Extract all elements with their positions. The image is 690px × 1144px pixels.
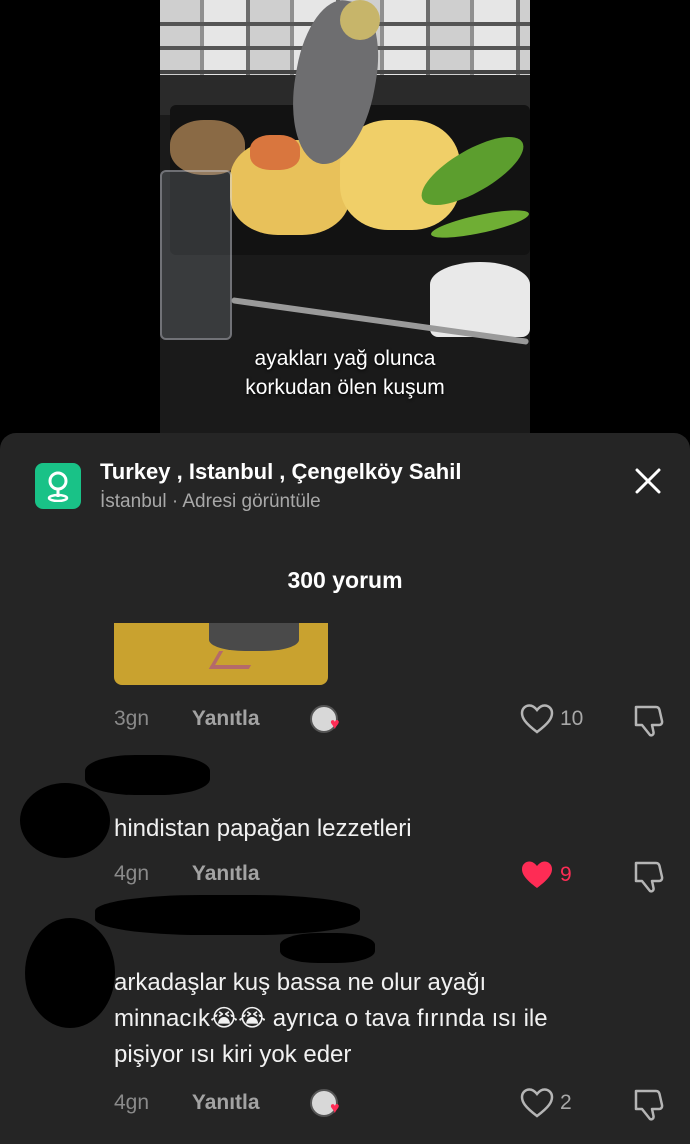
video-caption: ayakları yağ olunca korkudan ölen kuşum <box>160 344 530 402</box>
comment-time: 3gn <box>114 707 150 730</box>
like-count: 10 <box>560 707 584 730</box>
comment-text-line: arkadaşlar kuş bassa ne olur ayağı <box>114 969 487 996</box>
dislike-icon[interactable] <box>630 1087 666 1123</box>
comment-text: arkadaşlar kuş bassa ne olur ayağı minna… <box>114 965 674 1073</box>
comments-sheet: Turkey , Istanbul , Çengelköy Sahil İsta… <box>0 433 690 1144</box>
like-button[interactable]: 10 <box>520 703 590 737</box>
close-icon[interactable] <box>628 461 668 501</box>
reply-button[interactable]: Yanıtla <box>192 707 260 730</box>
comment-meta: 4gn Yanıtla <box>114 1091 260 1115</box>
dislike-icon[interactable] <box>630 859 666 895</box>
like-button[interactable]: 9 <box>520 859 590 893</box>
redacted-username <box>85 755 210 795</box>
redacted-avatar <box>20 783 110 858</box>
video-bird-head <box>340 0 380 40</box>
like-count: 9 <box>560 863 572 886</box>
reply-button[interactable]: Yanıtla <box>192 1091 260 1114</box>
video-caption-line: ayakları yağ olunca <box>254 347 436 370</box>
comment-text-line: minnacık😭😭 ayrıca o tava fırında ısı ile <box>114 1005 548 1032</box>
comment-meta: 3gn Yanıtla <box>114 707 260 731</box>
like-button[interactable]: 2 <box>520 1087 590 1121</box>
dislike-icon[interactable] <box>630 703 666 739</box>
redacted-username <box>95 895 360 935</box>
heart-outline-icon <box>520 704 554 734</box>
heart-icon: ♥ <box>330 1100 340 1117</box>
creator-liked-avatar: ♥ <box>310 1089 346 1119</box>
heart-icon: ♥ <box>330 716 340 733</box>
heart-outline-icon <box>520 1088 554 1118</box>
redacted-username <box>280 933 375 963</box>
video-cup <box>430 262 530 337</box>
comment-time: 4gn <box>114 862 150 885</box>
location-subtitle[interactable]: İstanbul · Adresi görüntüle <box>100 491 321 513</box>
video-glass <box>160 170 232 340</box>
creator-liked-avatar: ♥ <box>310 705 346 735</box>
comment-image[interactable] <box>114 623 328 685</box>
location-title[interactable]: Turkey , Istanbul , Çengelköy Sahil <box>100 459 461 485</box>
comments-count: 300 yorum <box>287 567 403 593</box>
reply-button[interactable]: Yanıtla <box>192 862 260 885</box>
video-player[interactable]: ayakları yağ olunca korkudan ölen kuşum <box>160 0 530 440</box>
location-pin-icon[interactable] <box>35 463 81 509</box>
comment-text-line: pişiyor ısı kiri yok eder <box>114 1041 352 1068</box>
comment-time: 4gn <box>114 1091 150 1114</box>
redacted-avatar <box>25 918 115 1028</box>
heart-filled-icon <box>522 861 552 888</box>
comment-meta: 4gn Yanıtla <box>114 862 260 886</box>
video-food <box>250 135 300 170</box>
like-count: 2 <box>560 1091 572 1114</box>
video-caption-line: korkudan ölen kuşum <box>245 376 445 399</box>
comment-text: hindistan papağan lezzetleri <box>114 815 412 842</box>
